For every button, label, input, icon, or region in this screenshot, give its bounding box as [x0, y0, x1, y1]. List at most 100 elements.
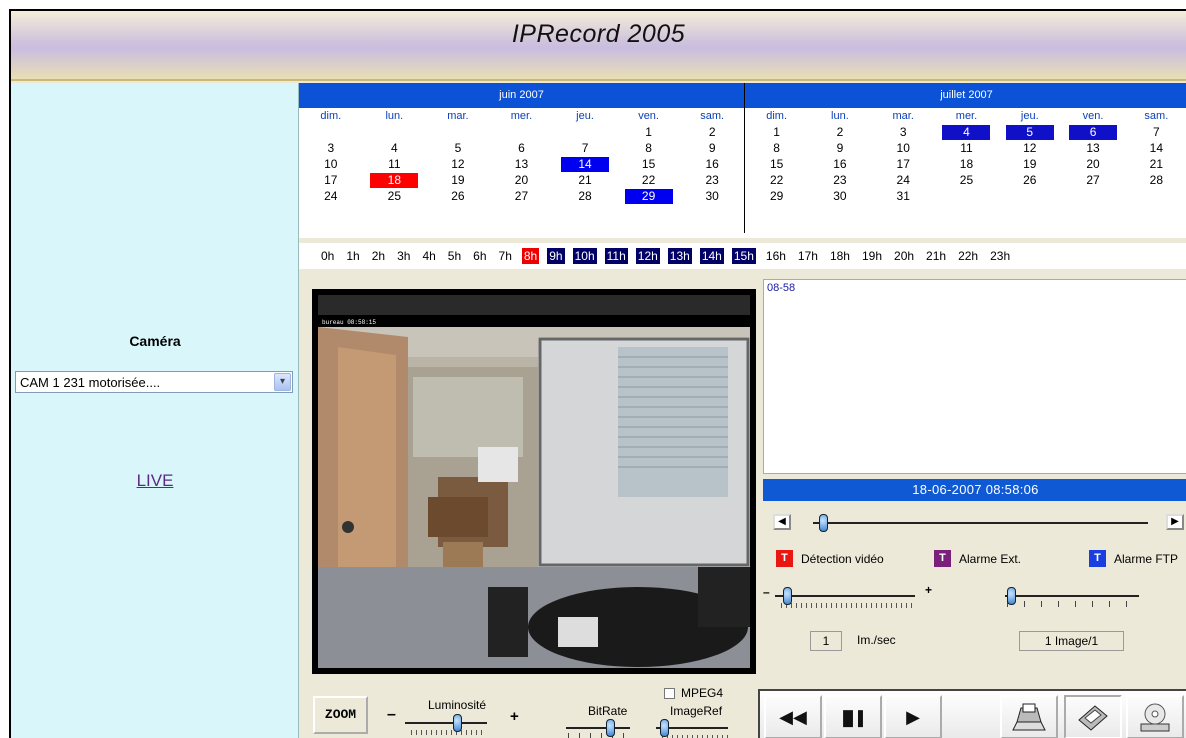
hour-4h[interactable]: 4h [420, 248, 437, 264]
calendar-day[interactable]: 31 [872, 188, 935, 204]
calendar-day[interactable]: 22 [617, 172, 681, 188]
calendar-day[interactable]: 24 [872, 172, 935, 188]
print-button[interactable] [1000, 695, 1058, 738]
image-step-slider[interactable] [999, 587, 1149, 617]
calendar-day[interactable]: 27 [1061, 172, 1124, 188]
calendar-day[interactable]: 12 [426, 156, 490, 172]
calendar-day[interactable]: 2 [680, 124, 744, 140]
bitrate-track[interactable] [566, 727, 630, 729]
hour-17h[interactable]: 17h [796, 248, 820, 264]
calendar-day[interactable]: 3 [299, 140, 363, 156]
calendar-day[interactable]: 10 [872, 140, 935, 156]
calendar-day[interactable]: 24 [299, 188, 363, 204]
calendar-day[interactable]: 11 [363, 156, 427, 172]
hour-13h[interactable]: 13h [667, 248, 692, 264]
calendar-day[interactable]: 18 [363, 172, 427, 188]
calendar-day[interactable]: 12 [998, 140, 1061, 156]
hour-5h[interactable]: 5h [446, 248, 463, 264]
hour-19h[interactable]: 19h [860, 248, 884, 264]
live-link[interactable]: LIVE [11, 471, 299, 491]
calendar-day[interactable]: 5 [998, 124, 1061, 140]
hour-18h[interactable]: 18h [828, 248, 852, 264]
calendar-day[interactable]: 29 [617, 188, 681, 204]
calendar-day[interactable]: 1 [745, 124, 808, 140]
calendar-day[interactable]: 16 [808, 156, 871, 172]
calendar-day[interactable]: 30 [680, 188, 744, 204]
hour-20h[interactable]: 20h [892, 248, 916, 264]
calendar-day[interactable]: 23 [680, 172, 744, 188]
calendar-day[interactable]: 19 [426, 172, 490, 188]
calendar-day[interactable]: 30 [808, 188, 871, 204]
event-item[interactable]: 08-58 [767, 282, 795, 294]
hour-1h[interactable]: 1h [344, 248, 361, 264]
calendar-day[interactable]: 23 [808, 172, 871, 188]
chevron-down-icon[interactable]: ▾ [274, 373, 291, 391]
hour-12h[interactable]: 12h [635, 248, 660, 264]
timeline-thumb[interactable] [819, 514, 828, 532]
hour-15h[interactable]: 15h [731, 248, 756, 264]
zoom-button[interactable]: ZOOM [313, 696, 368, 734]
calendar-day[interactable]: 25 [363, 188, 427, 204]
calendar-day[interactable]: 27 [490, 188, 554, 204]
calendar-day[interactable]: 1 [617, 124, 681, 140]
rewind-button[interactable]: ◀◀ [764, 695, 822, 738]
hour-16h[interactable]: 16h [764, 248, 788, 264]
hour-14h[interactable]: 14h [699, 248, 724, 264]
timeline-slider[interactable]: ◀ ▶ [773, 514, 1184, 534]
calendar-day[interactable]: 28 [1125, 172, 1186, 188]
calendar-day[interactable]: 5 [426, 140, 490, 156]
imageref-thumb[interactable] [660, 719, 669, 737]
image-step-thumb[interactable] [1007, 587, 1016, 605]
calendar-day[interactable]: 17 [299, 172, 363, 188]
play-button[interactable]: ▶ [884, 695, 942, 738]
hour-7h[interactable]: 7h [497, 248, 514, 264]
calendar-day[interactable]: 14 [553, 156, 617, 172]
luminosite-thumb[interactable] [453, 714, 462, 732]
hour-0h[interactable]: 0h [319, 248, 336, 264]
calendar-day[interactable]: 18 [935, 156, 998, 172]
speed-track[interactable] [775, 595, 915, 597]
pause-button[interactable]: ▐▌▌ [824, 695, 882, 738]
calendar-day[interactable]: 29 [745, 188, 808, 204]
luminosite-slider[interactable] [397, 714, 507, 738]
calendar-day[interactable]: 6 [1061, 124, 1124, 140]
image-step-track[interactable] [1005, 595, 1139, 597]
calendar-day[interactable]: 4 [935, 124, 998, 140]
calendar-day[interactable]: 6 [490, 140, 554, 156]
timeline-next-button[interactable]: ▶ [1166, 514, 1184, 530]
calendar-day[interactable]: 8 [745, 140, 808, 156]
mpeg4-checkbox-box[interactable] [664, 687, 675, 699]
calendar-day[interactable]: 7 [1125, 124, 1186, 140]
speed-slider[interactable]: – + [763, 583, 943, 617]
calendar-day[interactable]: 19 [998, 156, 1061, 172]
calendar-day[interactable]: 15 [617, 156, 681, 172]
calendar-day[interactable]: 22 [745, 172, 808, 188]
calendar-day[interactable]: 13 [1061, 140, 1124, 156]
hour-11h[interactable]: 11h [604, 248, 628, 264]
bitrate-slider[interactable] [562, 719, 642, 738]
calendar-day[interactable]: 16 [680, 156, 744, 172]
imageref-slider[interactable] [652, 719, 742, 738]
calendar-day[interactable]: 8 [617, 140, 681, 156]
burn-cd-button[interactable] [1126, 695, 1184, 738]
hour-22h[interactable]: 22h [956, 248, 980, 264]
hour-6h[interactable]: 6h [471, 248, 488, 264]
hour-23h[interactable]: 23h [988, 248, 1012, 264]
calendar-day[interactable]: 7 [553, 140, 617, 156]
calendar-day[interactable]: 20 [490, 172, 554, 188]
calendar-day[interactable]: 25 [935, 172, 998, 188]
calendar-day[interactable]: 4 [363, 140, 427, 156]
calendar-day[interactable]: 9 [680, 140, 744, 156]
timeline-track[interactable] [813, 522, 1148, 524]
hour-8h[interactable]: 8h [521, 248, 540, 264]
calendar-day[interactable]: 14 [1125, 140, 1186, 156]
hour-21h[interactable]: 21h [924, 248, 948, 264]
save-disk-button[interactable] [1064, 695, 1122, 738]
hour-2h[interactable]: 2h [370, 248, 387, 264]
calendar-day[interactable]: 11 [935, 140, 998, 156]
calendar-day[interactable]: 2 [808, 124, 871, 140]
camera-select[interactable]: CAM 1 231 motorisée.... ▾ [15, 371, 293, 393]
calendar-day[interactable]: 3 [872, 124, 935, 140]
mpeg4-checkbox[interactable]: MPEG4 [664, 686, 723, 700]
calendar-day[interactable]: 26 [426, 188, 490, 204]
